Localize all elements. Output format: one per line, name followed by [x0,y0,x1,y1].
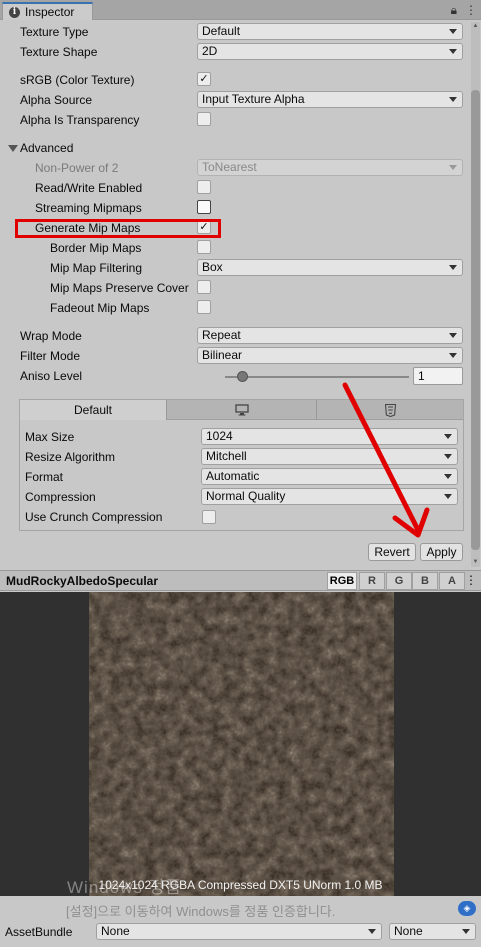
asset-bundle-label: AssetBundle [5,925,73,939]
channel-g-button[interactable]: G [386,572,412,590]
channel-r-button[interactable]: R [359,572,385,590]
activation-watermark-text: [설정]으로 이동하여 Windows를 정품 인증합니다. [66,904,336,919]
channel-a-button[interactable]: A [439,572,465,590]
texture-image [89,592,394,896]
texture-info: 1024x1024 RGBA Compressed DXT5 UNorm 1.0… [98,878,383,892]
asset-bundle-variant-dropdown[interactable]: None [389,923,476,940]
asset-bundle-name-dropdown[interactable]: None [96,923,382,940]
asset-bundle-bar: [설정]으로 이동하여 Windows를 정품 인증합니다. ◈ AssetBu… [0,896,481,947]
chevron-down-icon [462,929,470,934]
texture-preview: Windows 정품 1024x1024 RGBA Compressed DXT… [0,592,481,896]
chevron-down-icon [368,929,376,934]
channel-b-button[interactable]: B [412,572,438,590]
preview-title: MudRockyAlbedoSpecular [6,574,159,588]
tag-icon[interactable]: ◈ [458,901,476,916]
channel-rgb-button[interactable]: RGB [327,572,357,590]
preview-header: MudRockyAlbedoSpecular RGB R G B A ⋮ [0,570,481,591]
preview-options-icon[interactable]: ⋮ [465,573,477,587]
